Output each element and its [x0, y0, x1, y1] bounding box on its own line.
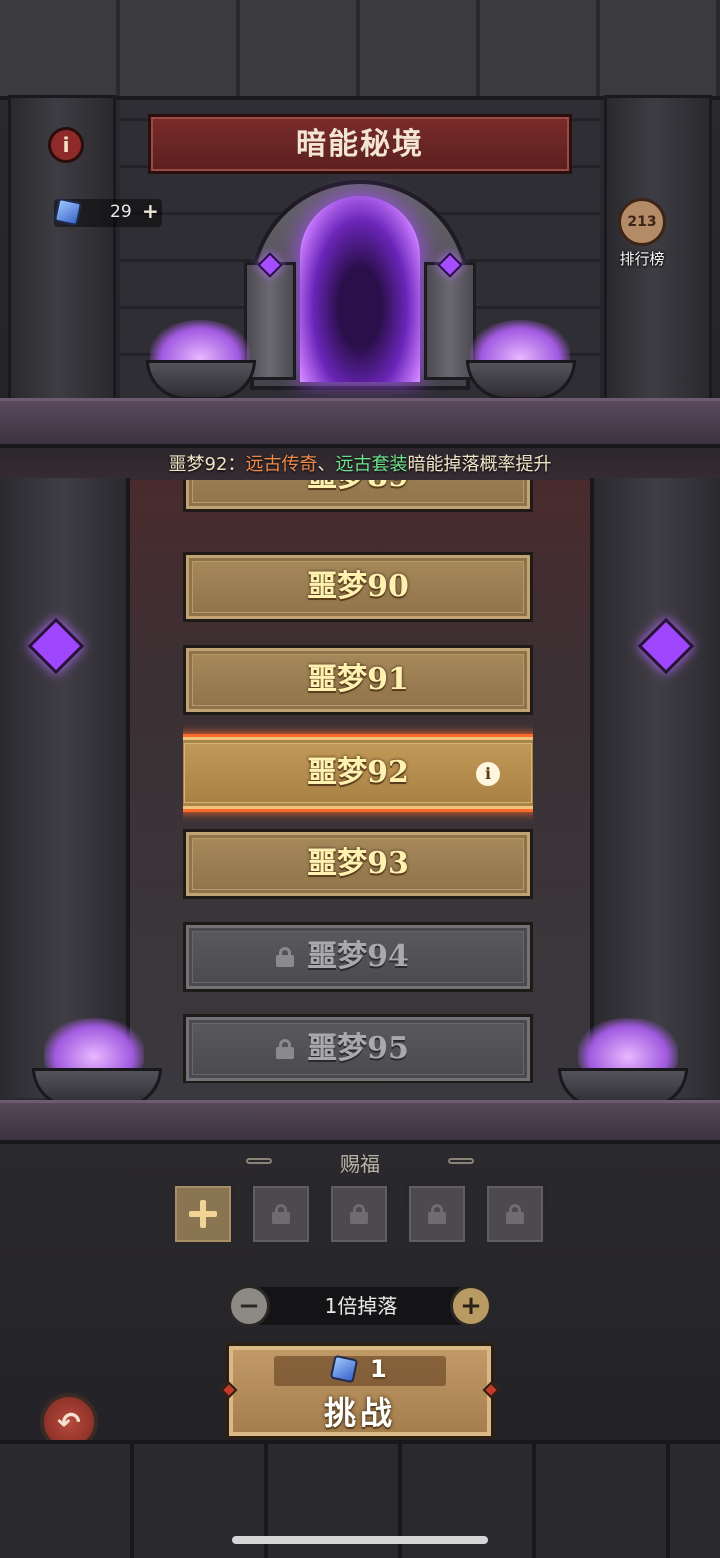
lock-icon — [350, 1204, 368, 1224]
level-label: 噩梦91 — [307, 662, 409, 697]
blessing-locked-slot[interactable] — [484, 1183, 546, 1245]
level-list[interactable]: 噩梦89 噩梦90 噩梦91 噩梦92 i 噩梦93 噩梦94 噩梦95 — [183, 480, 533, 1083]
blessing-locked-slot[interactable] — [406, 1183, 468, 1245]
blessing-locked-slot[interactable] — [328, 1183, 390, 1245]
level-item-locked[interactable]: 噩梦94 — [183, 922, 533, 992]
level-info-icon[interactable]: i — [476, 762, 500, 786]
leaderboard-label: 排行榜 — [619, 250, 665, 268]
level-item[interactable]: 噩梦89 — [183, 480, 533, 512]
purple-flame — [578, 1018, 678, 1073]
level-label: 噩梦89 — [186, 480, 530, 509]
drop-multiplier-label: 1倍掉落 — [324, 1294, 398, 1318]
drop-bonus-text: 噩梦92：远古传奇、远古套装暗能掉落概率提升 — [168, 454, 552, 475]
level-label: 噩梦94 — [307, 939, 409, 974]
level-item[interactable]: 噩梦93 — [183, 829, 533, 899]
level-item-selected[interactable]: 噩梦92 i — [183, 734, 533, 812]
purple-flame — [44, 1018, 144, 1073]
pillar-lower-right — [590, 478, 720, 1098]
challenge-label: 挑战 — [323, 1394, 396, 1432]
blessing-label: 赐福 — [340, 1152, 380, 1176]
challenge-cost-value: 1 — [370, 1355, 387, 1383]
level-item[interactable]: 噩梦91 — [183, 645, 533, 715]
page-title: 暗能秘境 — [296, 127, 424, 162]
ceiling — [0, 0, 720, 100]
challenge-button[interactable]: 1 挑战 — [220, 1343, 500, 1439]
title-banner: 暗能秘境 — [148, 114, 572, 174]
podium-icon: 213 — [618, 198, 666, 246]
crystal-icon — [329, 1354, 359, 1384]
blessing-add-slot[interactable] — [172, 1183, 234, 1245]
level-item-locked[interactable]: 噩梦95 — [183, 1014, 533, 1083]
back-arrow-icon: ↶ — [57, 1405, 81, 1439]
bonus-item-set: 远古套装 — [335, 454, 408, 475]
game-scene: 暗能秘境 i 29 + 213 排行榜 噩梦92：远古传奇、远古套装暗能掉落概率… — [0, 0, 720, 1558]
blessing-locked-slot[interactable] — [250, 1183, 312, 1245]
currency-display: 29 + — [53, 197, 162, 227]
lock-icon — [506, 1204, 524, 1224]
lock-icon — [428, 1204, 446, 1224]
home-indicator[interactable] — [232, 1536, 488, 1544]
decrease-multiplier-button[interactable]: − — [228, 1285, 270, 1327]
leaderboard-button[interactable]: 213 排行榜 — [606, 198, 678, 270]
info-icon: i — [62, 133, 70, 157]
add-currency-button[interactable]: + — [142, 199, 159, 223]
crystal-icon — [53, 197, 83, 227]
increase-multiplier-button[interactable]: + — [450, 1285, 492, 1327]
level-item[interactable]: 噩梦90 — [183, 552, 533, 622]
bonus-item-legend: 远古传奇 — [245, 454, 318, 475]
level-label: 噩梦90 — [307, 569, 409, 604]
info-button[interactable]: i — [48, 127, 84, 163]
dark-portal — [300, 196, 420, 382]
level-label: 噩梦95 — [307, 1031, 409, 1066]
lock-icon — [272, 1204, 290, 1224]
upper-ledge — [0, 398, 720, 448]
currency-value: 29 — [110, 202, 132, 222]
lower-ledge — [0, 1100, 720, 1144]
drop-multiplier: 1倍掉落 — [248, 1287, 474, 1325]
challenge-cost: 1 — [274, 1354, 446, 1386]
pillar-lower-left — [0, 478, 130, 1098]
ornament-icon — [448, 1158, 474, 1164]
level-label: 噩梦93 — [307, 846, 409, 881]
